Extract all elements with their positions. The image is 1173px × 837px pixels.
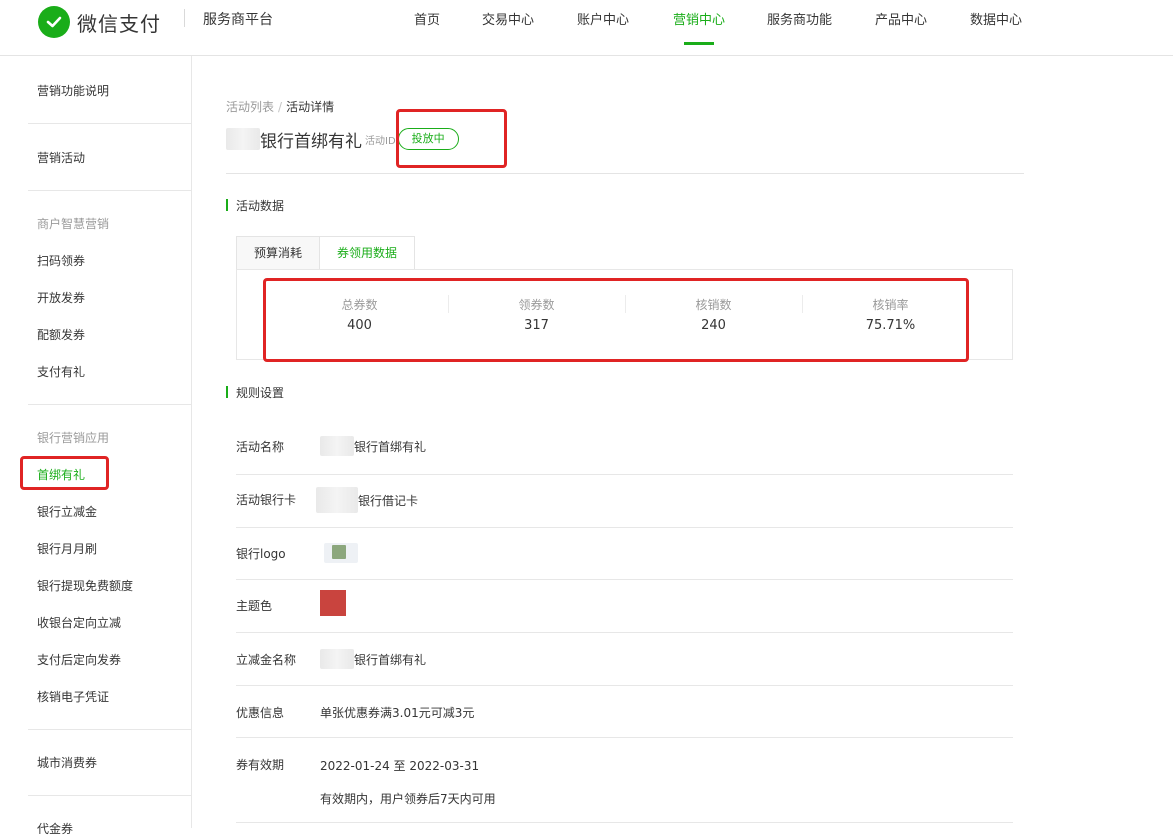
stat-redeemed-coupons: 核销数 240 — [625, 296, 802, 333]
sidebar-item-bank-withdraw-free[interactable]: 银行提现免费额度 — [37, 577, 133, 594]
stat-redemption-rate: 核销率 75.71% — [802, 296, 979, 333]
rule-value: 银行借记卡 — [316, 487, 418, 513]
nav-home[interactable]: 首页 — [414, 9, 440, 28]
sidebar-item-scan-coupon[interactable]: 扫码领券 — [37, 252, 85, 269]
sidebar-divider — [28, 795, 192, 796]
redacted-text — [320, 649, 354, 669]
discount-info-value: 单张优惠券满3.01元可减3元 — [320, 706, 475, 720]
nav-marketing-center[interactable]: 营销中心 — [673, 9, 725, 28]
breadcrumb-activity-list[interactable]: 活动列表 — [226, 100, 274, 114]
bank-logo-image — [320, 539, 366, 567]
rule-label: 银行logo — [236, 547, 286, 561]
activity-name-value: 银行首绑有礼 — [354, 439, 427, 454]
rule-label: 优惠信息 — [236, 706, 285, 720]
stat-value: 75.71% — [865, 318, 916, 333]
sidebar-item-voucher[interactable]: 代金券 — [37, 820, 73, 837]
stat-claimed-coupons: 领券数 317 — [448, 296, 625, 333]
redacted-text — [316, 487, 358, 513]
theme-color-swatch — [320, 590, 346, 616]
sidebar-item-quota-issue[interactable]: 配额发券 — [37, 326, 85, 343]
rule-value — [320, 590, 346, 616]
rule-label: 立减金名称 — [236, 653, 297, 667]
sidebar-divider — [28, 729, 192, 730]
top-navigation-bar: 微信支付 服务商平台 首页 交易中心 账户中心 营销中心 服务商功能 产品中心 … — [0, 0, 1173, 56]
stat-label: 领券数 — [518, 298, 555, 312]
sidebar-item-bank-monthly-swipe[interactable]: 银行月月刷 — [37, 540, 97, 557]
section-title-rules: 规则设置 — [226, 384, 284, 401]
sidebar-item-post-pay-coupon[interactable]: 支付后定向发券 — [37, 651, 121, 668]
breadcrumb-current: 活动详情 — [286, 100, 335, 114]
rule-label: 活动名称 — [236, 440, 285, 454]
rule-row-coupon-name: 立减金名称 银行首绑有礼 — [236, 633, 1013, 686]
stat-label: 核销率 — [872, 298, 909, 312]
rule-row-theme-color: 主题色 — [236, 580, 1013, 633]
rule-row-validity: 券有效期 2022-01-24 至 2022-03-31 有效期内，用户领券后7… — [236, 738, 1013, 823]
sidebar-item-first-bind-gift[interactable]: 首绑有礼 — [37, 466, 85, 483]
sidebar-group-bank-marketing: 银行营销应用 — [37, 431, 110, 445]
validity-note: 有效期内，用户领券后7天内可用 — [320, 792, 496, 806]
rule-value: 银行首绑有礼 — [320, 649, 426, 669]
sidebar-item-city-coupon[interactable]: 城市消费券 — [37, 754, 97, 771]
stat-value: 240 — [701, 318, 726, 333]
rule-label: 券有效期 — [236, 758, 285, 772]
rule-label: 活动银行卡 — [236, 493, 297, 507]
sidebar-item-pay-gift[interactable]: 支付有礼 — [37, 363, 85, 380]
active-nav-indicator — [684, 42, 714, 45]
sidebar-item-bank-instant-discount[interactable]: 银行立减金 — [37, 503, 97, 520]
rule-value: 银行首绑有礼 — [320, 436, 426, 456]
sidebar-item-marketing-guide[interactable]: 营销功能说明 — [37, 82, 109, 99]
stat-value: 317 — [524, 318, 549, 333]
breadcrumb: 活动列表 / 活动详情 — [226, 98, 334, 115]
bank-card-value: 银行借记卡 — [358, 493, 419, 508]
activity-title-row: 银行首绑有礼 活动ID 投放中 — [226, 128, 459, 152]
rule-row-activity-name: 活动名称 银行首绑有礼 — [236, 422, 1013, 475]
redacted-text — [226, 128, 260, 150]
stat-value: 400 — [347, 318, 372, 333]
validity-range-value: 2022-01-24 至 2022-03-31 — [320, 759, 480, 773]
rule-row-bank-logo: 银行logo — [236, 528, 1013, 580]
nav-product-center[interactable]: 产品中心 — [875, 9, 927, 28]
redacted-text — [320, 436, 354, 456]
sidebar-item-marketing-activities[interactable]: 营销活动 — [37, 149, 85, 166]
tab-coupon-usage[interactable]: 券领用数据 — [320, 236, 416, 270]
coupon-stats-panel: 总券数 400 领券数 317 核销数 240 核销率 75.71% — [236, 269, 1013, 360]
nav-data-center[interactable]: 数据中心 — [970, 9, 1022, 28]
rule-row-discount-info: 优惠信息 单张优惠券满3.01元可减3元 — [236, 686, 1013, 738]
sidebar-divider — [28, 123, 192, 124]
sidebar: 营销功能说明 营销活动 商户智慧营销 扫码领券 开放发券 配额发券 支付有礼 银… — [0, 56, 192, 836]
sidebar-item-e-voucher[interactable]: 核销电子凭证 — [37, 688, 109, 705]
stat-total-coupons: 总券数 400 — [271, 296, 448, 333]
page-title: 银行首绑有礼 — [260, 131, 362, 152]
activity-id-label: 活动ID — [365, 135, 396, 147]
main-nav: 首页 交易中心 账户中心 营销中心 服务商功能 产品中心 数据中心 — [0, 9, 1173, 49]
section-title-activity-data: 活动数据 — [226, 197, 284, 214]
data-tabs: 预算消耗 券领用数据 — [236, 236, 416, 270]
rule-row-bank-card: 活动银行卡 银行借记卡 — [236, 475, 1013, 528]
nav-service-provider[interactable]: 服务商功能 — [767, 9, 832, 28]
sidebar-group-smart-marketing: 商户智慧营销 — [37, 217, 110, 231]
rule-label: 主题色 — [236, 599, 273, 613]
stat-label: 总券数 — [341, 298, 378, 312]
sidebar-item-checkout-discount[interactable]: 收银台定向立减 — [37, 614, 121, 631]
sidebar-divider — [28, 190, 192, 191]
tab-budget-consumption[interactable]: 预算消耗 — [236, 236, 321, 270]
coupon-name-value: 银行首绑有礼 — [354, 652, 427, 667]
nav-trade-center[interactable]: 交易中心 — [482, 9, 534, 28]
rule-value — [320, 539, 366, 567]
stat-label: 核销数 — [695, 298, 732, 312]
status-badge: 投放中 — [397, 128, 459, 150]
nav-account-center[interactable]: 账户中心 — [577, 9, 629, 28]
breadcrumb-separator: / — [278, 100, 283, 114]
sidebar-divider — [28, 404, 192, 405]
title-divider — [226, 173, 1024, 174]
sidebar-item-open-issue[interactable]: 开放发券 — [37, 289, 85, 306]
rules-list: 活动名称 银行首绑有礼 活动银行卡 银行借记卡 银行logo 主题色 立减金名称… — [236, 422, 1013, 823]
